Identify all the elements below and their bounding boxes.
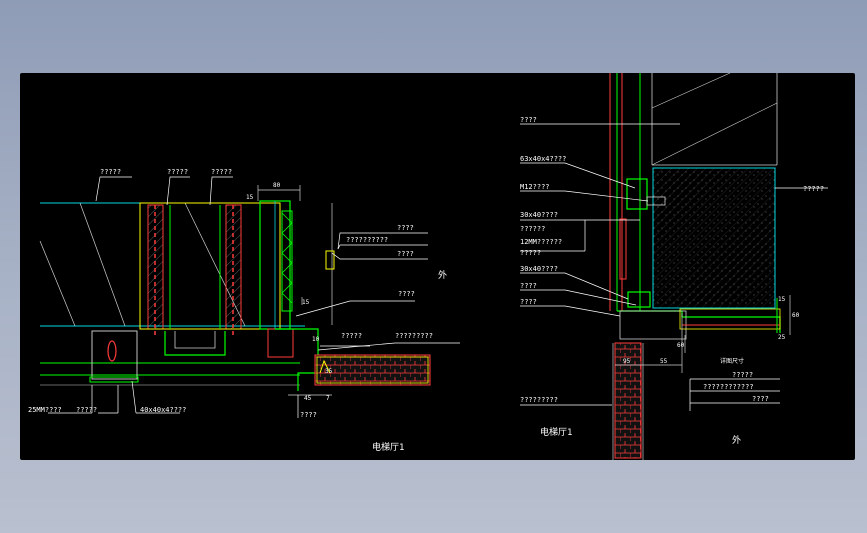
dim-45: 45 xyxy=(304,395,312,402)
dim-10: 10 xyxy=(312,336,320,343)
right-label-6: ????????? xyxy=(395,332,433,340)
dim-80: 80 xyxy=(273,182,281,189)
wall-label-2: 63x40x4???? xyxy=(520,155,566,163)
right-label-2: ?????????? xyxy=(346,236,388,244)
wall-label-8: 30x40???? xyxy=(520,265,558,273)
cad-viewport[interactable]: ????? ????? ????? ???? ?????????? ???? ?… xyxy=(20,73,855,460)
dim-7: 7 xyxy=(326,395,330,402)
base-label-3: ???? xyxy=(752,395,769,403)
dim-25: 25 xyxy=(778,334,786,341)
wall-label-5: ?????? xyxy=(520,225,545,233)
wall-label-4: 30x40???? xyxy=(520,211,558,219)
right-label-5: ????? xyxy=(341,332,362,340)
base-label-1: ????? xyxy=(732,371,753,379)
right-label-1: ???? xyxy=(397,224,414,232)
cad-drawing: ????? ????? ????? ???? ?????????? ???? ?… xyxy=(28,73,828,460)
side-mark-outside-right: 外 xyxy=(732,434,741,446)
wall-label-9: ???? xyxy=(520,282,537,290)
dim-35: 35 xyxy=(325,368,333,375)
dim-95: 95 xyxy=(623,358,631,365)
dim-60b: 60 xyxy=(677,342,685,349)
caption-right: 电梯厅1 xyxy=(540,426,572,438)
wall-label-6: 12MM?????? xyxy=(520,238,562,246)
left-detail: ????? ????? ????? ???? ?????????? ???? ?… xyxy=(28,168,460,453)
bottom-label-3: 40x40x4???? xyxy=(140,406,186,414)
dim-note: 详图尺寸 xyxy=(720,357,744,365)
dim-15: 15 xyxy=(778,296,786,303)
dim-55: 55 xyxy=(660,358,668,365)
base-label-2: ???????????? xyxy=(703,383,754,391)
dim-15-top: 15 xyxy=(246,194,254,201)
wall-label-1: ???? xyxy=(520,116,537,124)
bottom-label-1: 25MM???? xyxy=(28,406,62,414)
wall-label-3: M12???? xyxy=(520,183,550,191)
right-detail: ???? 63x40x4???? M12???? 30x40???? ?????… xyxy=(520,73,828,460)
right-label-4: ???? xyxy=(398,290,415,298)
dim-60: 60 xyxy=(792,312,800,319)
top-label-1: ????? xyxy=(100,168,121,176)
top-label-3: ????? xyxy=(211,168,232,176)
bottom-label-2: ????? xyxy=(76,406,97,414)
side-mark-outside-left: 外 xyxy=(438,269,447,281)
wall-label-10: ???? xyxy=(520,298,537,306)
caption-left: 电梯厅1 xyxy=(372,441,404,453)
wall-label-7: ????? xyxy=(520,249,541,257)
block-label-1: ????? xyxy=(803,185,824,193)
dim-15-mid: 15 xyxy=(302,299,310,306)
bottom-label-4: ???? xyxy=(300,411,317,419)
top-label-2: ????? xyxy=(167,168,188,176)
wall-label-11: ????????? xyxy=(520,396,558,404)
right-label-3: ???? xyxy=(397,250,414,258)
